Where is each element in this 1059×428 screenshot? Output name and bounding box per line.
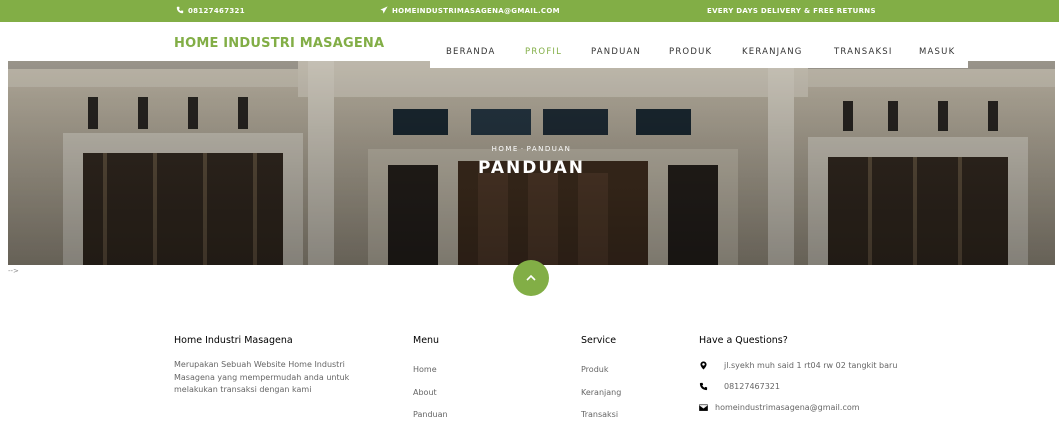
topbar-phone: 08127467321 [176, 0, 245, 22]
hero-banner: HOME · PANDUAN PANDUAN [8, 61, 1055, 265]
footer-contact-heading: Have a Questions? [699, 335, 788, 346]
paper-plane-icon [380, 6, 388, 16]
phone-icon [699, 382, 708, 391]
contact-email[interactable]: homeindustrimasagena@gmail.com [699, 403, 949, 413]
chevron-up-icon [525, 269, 537, 288]
contact-phone-text: 08127467321 [724, 382, 780, 391]
contact-phone[interactable]: 08127467321 [699, 382, 899, 392]
nav-item-masuk[interactable]: MASUK [919, 47, 955, 57]
page-title: PANDUAN [477, 158, 586, 178]
contact-email-text: homeindustrimasagena@gmail.com [715, 403, 860, 412]
topbar-email-text: HOMEINDUSTRIMASAGENA@GMAIL.COM [392, 7, 560, 15]
phone-icon [176, 6, 184, 16]
scroll-top-button[interactable] [513, 260, 549, 296]
breadcrumb-current: PANDUAN [526, 145, 572, 153]
footer-service-transaksi[interactable]: Transaksi [581, 410, 618, 419]
nav-item-profil[interactable]: PROFIL [525, 47, 562, 57]
envelope-icon [699, 403, 708, 412]
nav-item-beranda[interactable]: BERANDA [446, 47, 496, 57]
footer-service-produk[interactable]: Produk [581, 365, 608, 374]
topbar-delivery-text: EVERY DAYS DELIVERY & FREE RETURNS [707, 7, 876, 15]
breadcrumb-home[interactable]: HOME [492, 145, 519, 153]
footer-service-heading: Service [581, 335, 617, 346]
footer-service: Service Produk Keranjang Transaksi [581, 335, 621, 419]
stray-comment-text: --> [8, 267, 19, 275]
contact-address-text: jl.syekh muh said 1 rt04 rw 02 tangkit b… [724, 361, 898, 370]
footer-menu-panduan[interactable]: Panduan [413, 410, 448, 419]
footer-menu: Menu Home About Panduan [413, 335, 448, 419]
footer-about-text: Merupakan Sebuah Website Home Industri M… [174, 360, 350, 394]
map-marker-icon [699, 361, 708, 370]
topbar-delivery: EVERY DAYS DELIVERY & FREE RETURNS [707, 0, 876, 22]
topbar-phone-text: 08127467321 [188, 7, 245, 15]
nav-item-transaksi[interactable]: TRANSAKSI [834, 47, 893, 57]
footer-about: Home Industri Masagena Merupakan Sebuah … [174, 335, 374, 397]
breadcrumb: HOME · PANDUAN [491, 145, 572, 153]
brand-logo[interactable]: HOME INDUSTRI MASAGENA [174, 36, 384, 51]
contact-address: jl.syekh muh said 1 rt04 rw 02 tangkit b… [699, 361, 899, 371]
footer-about-heading: Home Industri Masagena [174, 335, 293, 346]
nav-item-panduan[interactable]: PANDUAN [591, 47, 641, 57]
footer-contact: Have a Questions? jl.syekh muh said 1 rt… [699, 335, 897, 412]
footer-service-keranjang[interactable]: Keranjang [581, 388, 621, 397]
footer-menu-home[interactable]: Home [413, 365, 437, 374]
footer-menu-about[interactable]: About [413, 388, 437, 397]
main-nav: BERANDA PROFIL PANDUAN PRODUK KERANJANG … [430, 34, 968, 68]
nav-item-produk[interactable]: PRODUK [669, 47, 712, 57]
topbar-email[interactable]: HOMEINDUSTRIMASAGENA@GMAIL.COM [380, 0, 560, 22]
top-bar: 08127467321 HOMEINDUSTRIMASAGENA@GMAIL.C… [0, 0, 1059, 22]
footer-menu-heading: Menu [413, 335, 440, 346]
nav-item-keranjang[interactable]: KERANJANG [742, 47, 803, 57]
